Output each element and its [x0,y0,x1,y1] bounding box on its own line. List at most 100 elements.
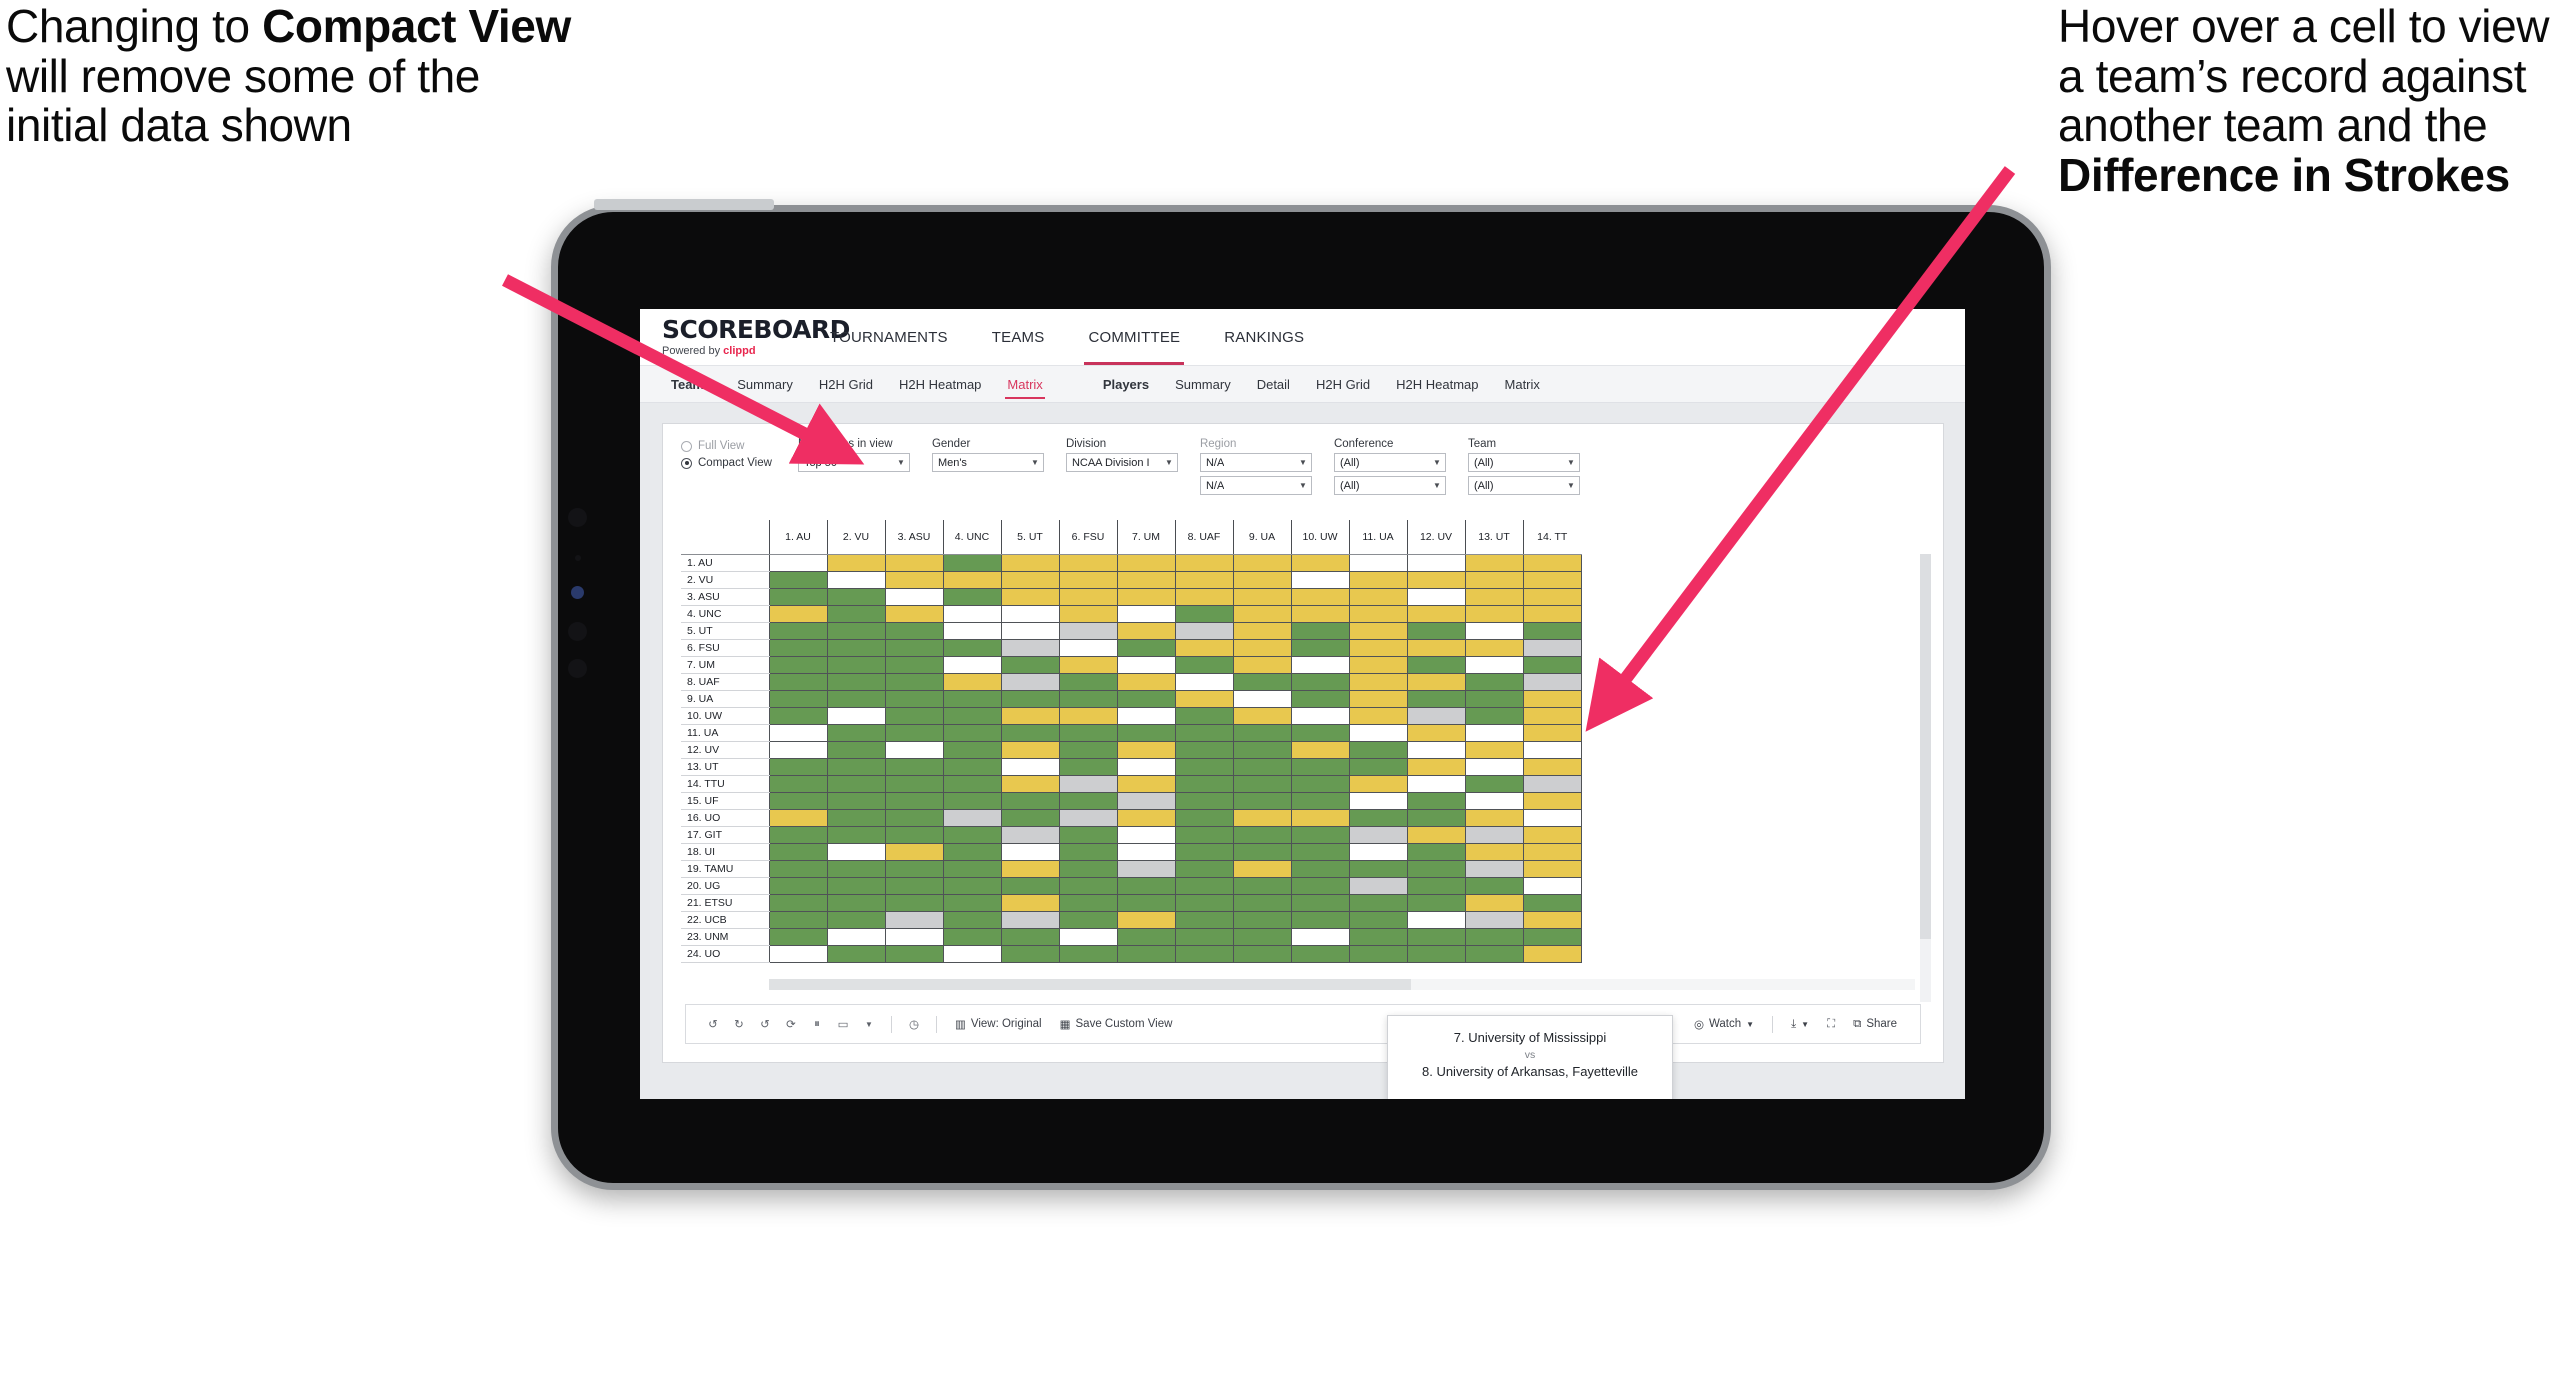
matrix-row-header[interactable]: 15. UF [681,792,769,810]
matrix-cell[interactable] [1522,876,1582,895]
matrix-cell[interactable] [826,740,886,759]
matrix-cell[interactable] [1290,774,1350,793]
matrix-cell[interactable] [884,604,944,623]
matrix-cell[interactable] [826,672,886,691]
matrix-cell[interactable] [768,757,828,776]
matrix-cell[interactable] [1290,689,1350,708]
matrix-cell[interactable] [1290,876,1350,895]
filter-team-select-1[interactable]: (All) ▼ [1467,453,1580,472]
matrix-cell[interactable] [1000,706,1060,725]
matrix-row-header[interactable]: 3. ASU [681,588,769,606]
matrix-cell[interactable] [1232,808,1292,827]
matrix-cell[interactable] [884,706,944,725]
matrix-cell[interactable] [1116,842,1176,861]
matrix-cell[interactable] [1290,842,1350,861]
matrix-cell[interactable] [1058,706,1118,725]
matrix-cell[interactable] [1116,604,1176,623]
matrix-cell[interactable] [1464,893,1524,912]
matrix-cell[interactable] [826,927,886,946]
matrix-row-header[interactable]: 19. TAMU [681,860,769,878]
matrix-cell[interactable] [1058,825,1118,844]
matrix-cell[interactable] [1290,791,1350,810]
matrix-cell[interactable] [1116,910,1176,929]
matrix-cell[interactable] [1464,553,1524,572]
share-button[interactable]: ⧉ Share [1844,1018,1906,1031]
matrix-cell[interactable] [942,740,1002,759]
matrix-col-header[interactable]: 9. UA [1232,520,1291,555]
matrix-cell[interactable] [768,706,828,725]
filter-conference-select-2[interactable]: (All) ▼ [1333,476,1446,495]
matrix-cell[interactable] [1464,927,1524,946]
subnav-players-h2h-grid[interactable]: H2H Grid [1303,365,1383,403]
matrix-cell[interactable] [1000,553,1060,572]
matrix-cell[interactable] [1406,774,1466,793]
matrix-cell[interactable] [1000,927,1060,946]
horizontal-scroll-thumb[interactable] [769,979,1411,990]
matrix-cell[interactable] [1406,910,1466,929]
matrix-col-header[interactable]: 2. VU [826,520,885,555]
matrix-cell[interactable] [884,893,944,912]
matrix-cell[interactable] [942,570,1002,589]
matrix-cell[interactable] [1058,621,1118,640]
matrix-cell[interactable] [1290,927,1350,946]
matrix-cell[interactable] [1116,638,1176,657]
matrix-cell[interactable] [1348,587,1408,606]
matrix-cell[interactable] [1000,893,1060,912]
matrix-cell[interactable] [1290,553,1350,572]
matrix-cell[interactable] [768,876,828,895]
matrix-cell[interactable] [1058,638,1118,657]
matrix-cell[interactable] [942,706,1002,725]
matrix-cell[interactable] [826,944,886,963]
matrix-cell[interactable] [1174,621,1234,640]
matrix-cell[interactable] [942,723,1002,742]
highlight-icon[interactable]: ▭ [830,1011,856,1037]
matrix-cell[interactable] [1058,672,1118,691]
matrix-cell[interactable] [942,927,1002,946]
matrix-cell[interactable] [1348,910,1408,929]
matrix-cell[interactable] [1406,825,1466,844]
matrix-cell[interactable] [1464,587,1524,606]
matrix-cell[interactable] [826,655,886,674]
matrix-row-header[interactable]: 16. UO [681,809,769,827]
matrix-cell[interactable] [1174,808,1234,827]
matrix-row-header[interactable]: 4. UNC [681,605,769,623]
matrix-cell[interactable] [768,604,828,623]
matrix-cell[interactable] [942,808,1002,827]
matrix-cell[interactable] [826,604,886,623]
matrix-cell[interactable] [826,893,886,912]
matrix-cell[interactable] [884,553,944,572]
matrix-cell[interactable] [1348,893,1408,912]
matrix-cell[interactable] [1290,859,1350,878]
subnav-teams-summary[interactable]: Summary [724,365,806,403]
matrix-cell[interactable] [1000,672,1060,691]
matrix-cell[interactable] [1174,927,1234,946]
matrix-col-header[interactable]: 4. UNC [942,520,1001,555]
matrix-cell[interactable] [942,689,1002,708]
matrix-cell[interactable] [1522,927,1582,946]
matrix-row-header[interactable]: 8. UAF [681,673,769,691]
matrix-cell[interactable] [1406,621,1466,640]
nav-committee[interactable]: COMMITTEE [1066,309,1202,365]
matrix-cell[interactable] [1058,859,1118,878]
matrix-row-header[interactable]: 24. UO [681,945,769,963]
matrix-col-header[interactable]: 1. AU [768,520,827,555]
matrix-cell[interactable] [1000,825,1060,844]
matrix-cell[interactable] [1058,791,1118,810]
matrix-cell[interactable] [1000,808,1060,827]
matrix-cell[interactable] [1406,553,1466,572]
nav-rankings[interactable]: RANKINGS [1202,309,1326,365]
matrix-cell[interactable] [1290,825,1350,844]
matrix-cell[interactable] [1290,808,1350,827]
matrix-cell[interactable] [884,672,944,691]
matrix-cell[interactable] [1522,570,1582,589]
matrix-row-header[interactable]: 5. UT [681,622,769,640]
matrix-cell[interactable] [1058,570,1118,589]
matrix-cell[interactable] [1464,723,1524,742]
matrix-cell[interactable] [1000,859,1060,878]
volume-up-button[interactable] [568,622,587,641]
matrix-cell[interactable] [1464,842,1524,861]
matrix-cell[interactable] [1174,655,1234,674]
brand-logo[interactable]: SCOREBOARD Powered by clippd [640,309,850,365]
matrix-cell[interactable] [1058,910,1118,929]
matrix-cell[interactable] [1174,944,1234,963]
